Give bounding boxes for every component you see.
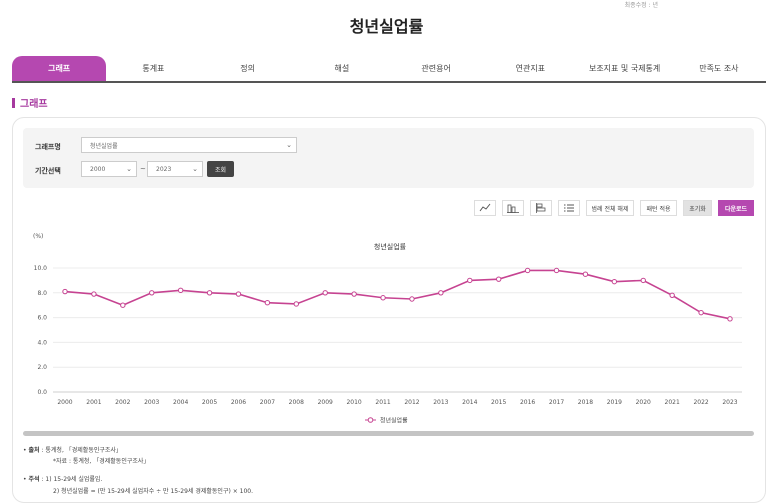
legend-label: 청년실업률: [380, 417, 408, 425]
tab-supplementary-international[interactable]: 보조지표 및 국제통계: [578, 56, 672, 81]
data-point[interactable]: [380, 295, 386, 301]
source-text: 통계청, 「경제활동인구조사」: [45, 447, 122, 454]
data-point[interactable]: [582, 271, 589, 277]
data-point[interactable]: [438, 290, 444, 296]
x-tick-label: 2009: [318, 399, 333, 406]
x-tick-label: 2002: [115, 399, 130, 406]
data-point[interactable]: [62, 288, 68, 295]
x-tick-label: 2006: [231, 399, 246, 406]
x-tick-label: 2000: [57, 399, 72, 406]
x-tick-label: 2014: [462, 399, 477, 406]
series-group: [62, 267, 733, 322]
y-tick-label: 10.0: [34, 265, 48, 272]
data-point[interactable]: [467, 277, 473, 284]
x-tick-label: 2015: [491, 399, 506, 406]
x-tick-label: 2011: [375, 399, 390, 406]
tab-graph[interactable]: 그래프: [12, 56, 107, 81]
y-axis-ticks: 0.0 2.0 4.0 6.0 8.0 10.0: [34, 265, 48, 396]
section-title-text: 그래프: [20, 99, 48, 110]
x-tick-label: 2012: [404, 399, 419, 406]
tab-explanation[interactable]: 해설: [295, 56, 389, 81]
data-point[interactable]: [409, 296, 415, 302]
data-point[interactable]: [611, 278, 618, 285]
data-point[interactable]: [698, 309, 704, 316]
x-tick-label: 2022: [693, 399, 708, 406]
legend-marker: [367, 417, 374, 423]
x-tick-label: 2013: [433, 399, 448, 406]
x-tick-label: 2001: [86, 399, 101, 406]
source-sub: *자료 : 통계청, 「경제활동인구조사」: [53, 458, 150, 465]
data-point[interactable]: [177, 287, 184, 294]
bullet-icon: •: [23, 476, 27, 483]
data-point[interactable]: [235, 291, 242, 297]
data-point[interactable]: [553, 267, 560, 274]
data-point[interactable]: [206, 290, 213, 296]
x-tick-label: 2017: [549, 399, 564, 406]
data-point[interactable]: [524, 267, 531, 274]
last-modified-note: 최종수정 : 년: [624, 2, 658, 9]
section-title: 그래프: [12, 95, 48, 110]
data-point[interactable]: [293, 301, 300, 307]
horizontal-scrollbar[interactable]: [23, 431, 754, 436]
y-tick-label: 2.0: [37, 364, 47, 371]
data-point[interactable]: [351, 291, 357, 297]
remark-2: 2) 청년실업률 = (만 15-29세 실업자수 ÷ 만 15-29세 경제활…: [53, 488, 254, 495]
x-tick-label: 2019: [607, 399, 622, 406]
x-tick-label: 2003: [144, 399, 159, 406]
data-point[interactable]: [640, 277, 646, 284]
tab-bar: 그래프 통계표 정의 해설 관련용어 연관지표 보조지표 및 국제통계 만족도 …: [12, 56, 766, 83]
x-tick-label: 2008: [289, 399, 304, 406]
y-tick-label: 0.0: [37, 389, 47, 396]
x-tick-label: 2018: [578, 399, 593, 406]
source-label: 출처: [28, 447, 40, 454]
bullet-icon: •: [23, 447, 27, 454]
y-tick-label: 6.0: [37, 315, 47, 322]
line-chart: (%) 청년실업률 0.02.04.06.08.010.0 2000 2001 20…: [33, 233, 742, 425]
y-tick-label: 4.0: [37, 339, 47, 346]
graph-panel: 그래프명 청년실업률 ⌄ 기간선택 2000 ⌄ ~ 2023 ⌄ 조회 범례 …: [12, 117, 766, 503]
x-tick-label: 2004: [173, 399, 188, 406]
chart-title: 청년실업률: [374, 242, 407, 251]
tab-satisfaction-survey[interactable]: 만족도 조사: [672, 56, 766, 81]
x-tick-label: 2010: [346, 399, 361, 406]
source-line: • 출처 : 통계청, 「경제활동인구조사」: [23, 445, 122, 454]
data-point[interactable]: [264, 300, 271, 306]
data-point[interactable]: [322, 290, 328, 296]
remark-1: 1) 15-29세 실업률임.: [45, 476, 103, 483]
data-point[interactable]: [495, 276, 502, 282]
grid-lines: [53, 267, 742, 393]
x-tick-label: 2023: [722, 399, 737, 406]
tab-linked-indicators[interactable]: 연관지표: [483, 56, 577, 81]
page-title: 청년실업률: [349, 17, 424, 36]
source-colon: :: [41, 447, 44, 454]
data-point[interactable]: [120, 302, 126, 308]
x-tick-label: 2020: [636, 399, 651, 406]
remark-line: • 주석 : 1) 15-29세 실업률임.: [23, 474, 102, 483]
data-point[interactable]: [727, 316, 733, 322]
tab-table[interactable]: 통계표: [106, 56, 200, 81]
y-tick-label: 8.0: [37, 290, 47, 297]
tab-definition[interactable]: 정의: [201, 56, 295, 81]
x-tick-label: 2007: [260, 399, 275, 406]
data-point[interactable]: [91, 291, 97, 297]
data-point[interactable]: [149, 290, 155, 296]
y-unit-label: (%): [33, 233, 43, 240]
remark-colon: :: [41, 476, 44, 483]
x-axis-ticks: 2000 2001 2002 2003 2004 2005 2006 2007 2008 2009…: [57, 399, 737, 406]
x-tick-label: 2005: [202, 399, 217, 406]
series-line: [64, 269, 731, 320]
section-marker: [12, 97, 15, 108]
legend[interactable]: 청년실업률: [365, 417, 408, 425]
x-tick-label: 2016: [520, 399, 535, 406]
tab-related-terms[interactable]: 관련용어: [389, 56, 483, 81]
remark-label: 주석: [28, 476, 40, 483]
data-point[interactable]: [669, 292, 675, 298]
x-tick-label: 2021: [665, 399, 680, 406]
